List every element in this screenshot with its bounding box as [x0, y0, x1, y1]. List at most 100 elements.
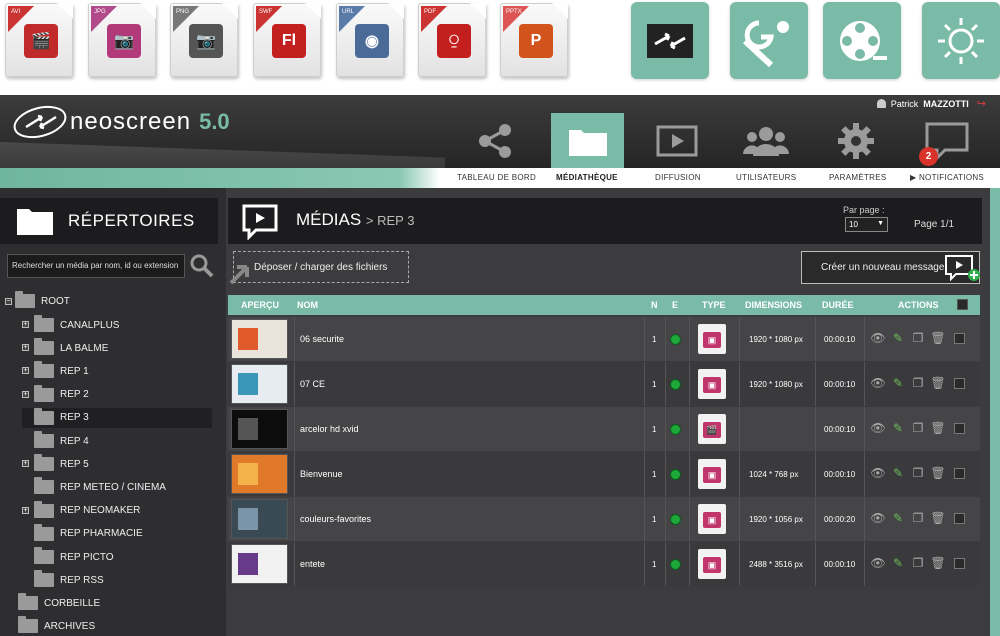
- tree-item-rep-meteo-cinema[interactable]: REP METEO / CINEMA: [22, 477, 212, 497]
- media-thumbnail[interactable]: [231, 319, 288, 359]
- enabled-status-icon[interactable]: [670, 334, 681, 345]
- nav-mediatheque[interactable]: [551, 113, 624, 168]
- row-checkbox[interactable]: [954, 422, 965, 434]
- nav-notifications[interactable]: 2: [902, 113, 992, 168]
- tree-root[interactable]: − ROOT: [5, 291, 70, 311]
- select-all-checkbox[interactable]: [957, 299, 968, 310]
- row-checkbox[interactable]: [954, 332, 965, 344]
- expand-icon[interactable]: +: [22, 321, 29, 328]
- copy-icon[interactable]: ❐: [911, 376, 925, 390]
- copy-icon[interactable]: ❐: [911, 331, 925, 345]
- tree-item-rep-5[interactable]: + REP 5: [22, 454, 212, 474]
- media-name[interactable]: arcelor hd xvid: [300, 424, 359, 434]
- eye-icon[interactable]: 👁: [870, 466, 885, 480]
- row-checkbox[interactable]: [954, 377, 965, 389]
- media-thumbnail[interactable]: [231, 544, 288, 584]
- tree-item-la-balme[interactable]: + LA BALME: [22, 338, 212, 358]
- media-name[interactable]: couleurs-favorites: [300, 514, 371, 524]
- search-icon[interactable]: [190, 254, 214, 278]
- table-row[interactable]: 07 CE 1 ▣ 1920 * 1080 px 00:00:10 👁 ✎ ❐ …: [228, 362, 980, 406]
- nav-label-utilisateurs[interactable]: UTILISATEURS: [736, 173, 796, 182]
- tree-item-rep-pharmacie[interactable]: REP PHARMACIE: [22, 523, 212, 544]
- eye-icon[interactable]: 👁: [870, 421, 885, 435]
- enabled-status-icon[interactable]: [670, 514, 681, 525]
- trash-icon[interactable]: 🗑: [930, 511, 945, 525]
- col-n[interactable]: N: [651, 300, 658, 310]
- edit-icon[interactable]: ✎: [891, 331, 905, 345]
- media-search-input[interactable]: Rechercher un média par nom, id ou exten…: [7, 254, 185, 278]
- table-row[interactable]: 06 securite 1 ▣ 1920 * 1080 px 00:00:10 …: [228, 317, 980, 361]
- enabled-status-icon[interactable]: [670, 559, 681, 570]
- enabled-status-icon[interactable]: [670, 469, 681, 480]
- copy-icon[interactable]: ❐: [911, 556, 925, 570]
- col-dimensions[interactable]: DIMENSIONS: [745, 300, 802, 310]
- user-info[interactable]: Patrick MAZZOTTI ↪: [876, 97, 986, 110]
- row-checkbox[interactable]: [954, 557, 965, 569]
- nav-dashboard[interactable]: [451, 113, 539, 168]
- edit-icon[interactable]: ✎: [891, 421, 905, 435]
- edit-icon[interactable]: ✎: [891, 376, 905, 390]
- col-type[interactable]: TYPE: [702, 300, 726, 310]
- copy-icon[interactable]: ❐: [911, 466, 925, 480]
- tree-item-rep-2[interactable]: + REP 2: [22, 384, 212, 405]
- tree-item-rep-3[interactable]: REP 3: [22, 407, 212, 428]
- edit-icon[interactable]: ✎: [891, 556, 905, 570]
- expand-icon[interactable]: +: [22, 506, 29, 514]
- media-thumbnail[interactable]: [231, 364, 288, 404]
- tree-item-rep-4[interactable]: REP 4: [22, 431, 212, 451]
- nav-utilisateurs[interactable]: [722, 113, 810, 168]
- upload-dropzone[interactable]: Déposer / charger des fichiers: [233, 251, 409, 283]
- eye-icon[interactable]: 👁: [870, 511, 885, 525]
- expand-icon[interactable]: +: [22, 367, 29, 375]
- tree-item-rep-picto[interactable]: REP PICTO: [22, 547, 212, 567]
- tree-item-rep-rss[interactable]: REP RSS: [22, 570, 212, 590]
- table-row[interactable]: Bienvenue 1 ▣ 1024 * 768 px 00:00:10 👁 ✎…: [228, 452, 980, 496]
- enabled-status-icon[interactable]: [670, 424, 681, 435]
- nav-label-diffusion[interactable]: DIFFUSION: [655, 173, 701, 182]
- eye-icon[interactable]: 👁: [870, 331, 885, 345]
- eye-icon[interactable]: 👁: [870, 376, 885, 390]
- row-checkbox[interactable]: [954, 512, 965, 524]
- copy-icon[interactable]: ❐: [911, 421, 925, 435]
- media-name[interactable]: entete: [300, 559, 325, 569]
- col-name[interactable]: NOM: [297, 300, 318, 310]
- tree-item-canalplus[interactable]: + CANALPLUS: [22, 315, 212, 335]
- expand-icon[interactable]: +: [22, 390, 29, 398]
- nav-label-notifications[interactable]: ▶ NOTIFICATIONS: [910, 173, 984, 182]
- tree-item-rep-1[interactable]: + REP 1: [22, 361, 212, 381]
- col-duration[interactable]: DURÉE: [822, 300, 854, 310]
- expand-icon[interactable]: +: [22, 460, 29, 468]
- table-row[interactable]: entete 1 ▣ 2488 * 3516 px 00:00:10 👁 ✎ ❐…: [228, 542, 980, 586]
- nav-parametres[interactable]: [812, 113, 900, 168]
- enabled-status-icon[interactable]: [670, 379, 681, 390]
- expand-icon[interactable]: +: [22, 344, 29, 352]
- trash-icon[interactable]: 🗑: [930, 556, 945, 570]
- row-checkbox[interactable]: [954, 467, 965, 479]
- media-name[interactable]: 07 CE: [300, 379, 325, 389]
- col-e[interactable]: E: [672, 300, 678, 310]
- copy-icon[interactable]: ❐: [911, 511, 925, 525]
- nav-label-parametres[interactable]: PARAMÈTRES: [829, 173, 887, 182]
- edit-icon[interactable]: ✎: [891, 511, 905, 525]
- trash-icon[interactable]: 🗑: [930, 331, 945, 345]
- trash-icon[interactable]: 🗑: [930, 466, 945, 480]
- logo[interactable]: neoscreen 5.0: [12, 103, 242, 141]
- media-thumbnail[interactable]: [231, 499, 288, 539]
- media-thumbnail[interactable]: [231, 454, 288, 494]
- trash-icon[interactable]: 🗑: [930, 376, 945, 390]
- tree-archives[interactable]: ARCHIVES: [18, 616, 95, 636]
- logout-icon[interactable]: ↪: [977, 97, 986, 110]
- table-row[interactable]: couleurs-favorites 1 ▣ 1920 * 1056 px 00…: [228, 497, 980, 541]
- trash-icon[interactable]: 🗑: [930, 421, 945, 435]
- scrollbar[interactable]: [990, 188, 1000, 636]
- table-row[interactable]: arcelor hd xvid 1 🎬 00:00:10 👁 ✎ ❐ 🗑: [228, 407, 980, 451]
- nav-label-dashboard[interactable]: TABLEAU DE BORD: [457, 173, 536, 182]
- nav-label-mediatheque[interactable]: MÉDIATHÈQUE: [556, 173, 618, 182]
- eye-icon[interactable]: 👁: [870, 556, 885, 570]
- media-name[interactable]: 06 securite: [300, 334, 344, 344]
- edit-icon[interactable]: ✎: [891, 466, 905, 480]
- tree-trash[interactable]: CORBEILLE: [18, 593, 100, 613]
- breadcrumb[interactable]: > REP 3: [366, 213, 415, 228]
- media-name[interactable]: Bienvenue: [300, 469, 343, 479]
- collapse-icon[interactable]: −: [5, 297, 12, 305]
